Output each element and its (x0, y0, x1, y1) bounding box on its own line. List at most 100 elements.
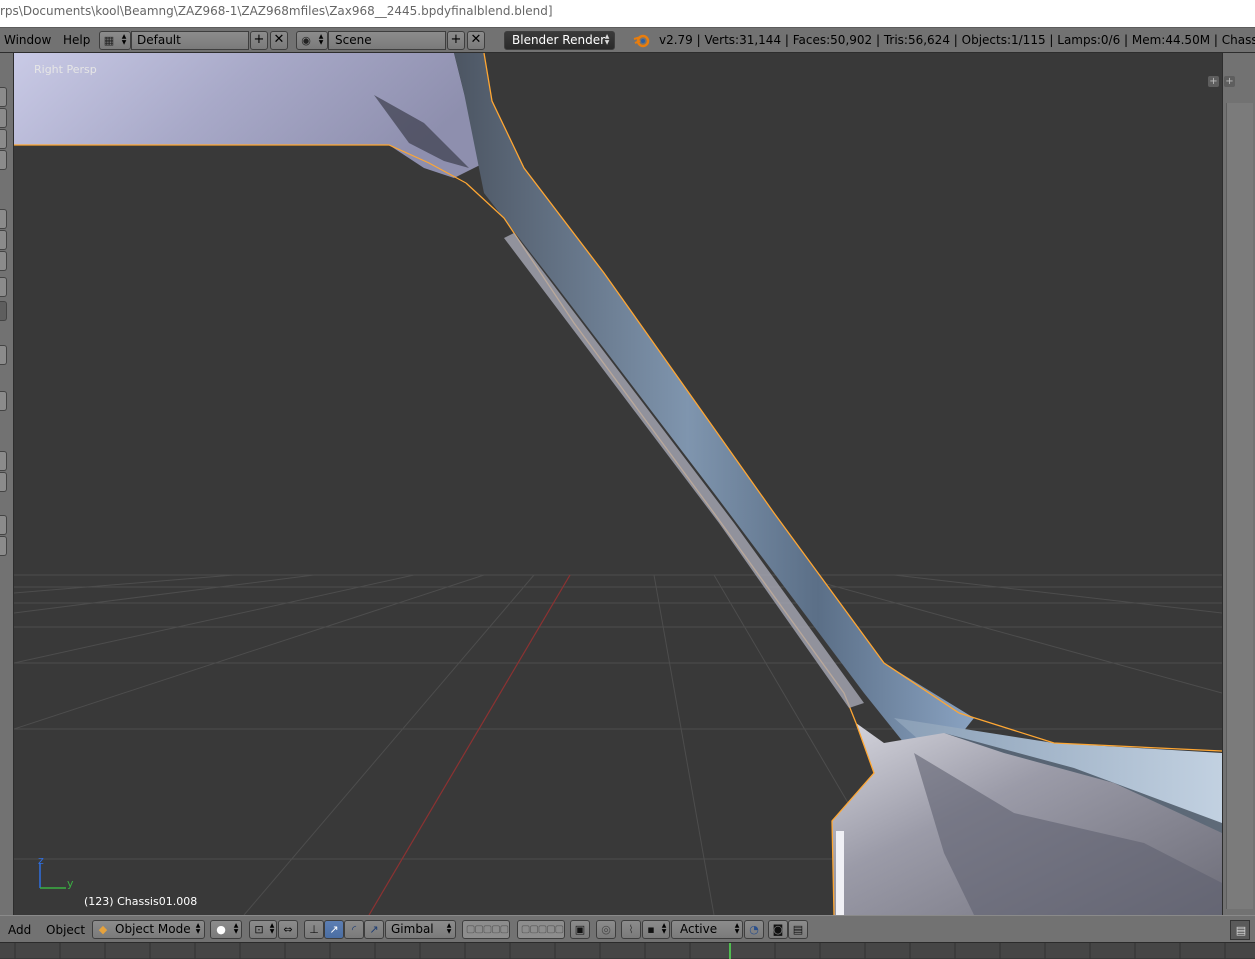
remove-screen-button[interactable]: ✕ (270, 31, 288, 50)
updown-arrows-icon: ▲ ▼ (318, 33, 324, 46)
shelf-tab-grease-pencil[interactable] (0, 230, 7, 250)
menu-add[interactable]: Add (4, 918, 35, 942)
split-area-plus-icon[interactable]: + (1224, 76, 1235, 87)
updown-arrows-icon: ▲ ▼ (269, 922, 275, 935)
shelf-tab-9[interactable] (0, 345, 7, 365)
viewport-shading-dropdown[interactable]: ● ▲ ▼ (210, 920, 242, 939)
updown-arrows-icon: ▲ ▼ (121, 33, 127, 46)
translate-icon: ↗ (329, 923, 339, 936)
screen-layout-field[interactable]: Default (131, 31, 249, 50)
layout-grid-icon: ▦ (103, 34, 115, 47)
manipulate-center-button[interactable]: ⇔ (278, 920, 298, 939)
manipulator-icon: ⇔ (283, 923, 293, 936)
layers-group-1[interactable]: ▢▢▢▢▢ (462, 920, 510, 939)
transform-axes-icon: ⊥ (309, 923, 319, 936)
scene-label: Scene (335, 33, 372, 47)
add-screen-button[interactable]: + (250, 31, 268, 50)
screen-layout-label: Default (137, 33, 181, 47)
plus-icon: + (253, 32, 265, 47)
info-header: Window Help ▦ ▲ ▼ Default + ✕ ◉ ▲ ▼ Scene … (0, 27, 1255, 53)
view-label: Right Persp (34, 63, 97, 76)
close-icon: ✕ (273, 32, 285, 47)
snap-target-label: Active (680, 922, 718, 936)
layers-icon: ▢▢▢▢▢ (520, 924, 564, 935)
layers-group-2[interactable]: ▢▢▢▢▢ (517, 920, 565, 939)
shelf-tab-7[interactable] (0, 277, 7, 297)
properties-panel-edge (1226, 103, 1253, 909)
active-object-label: (123) Chassis01.008 (84, 895, 198, 908)
shelf-tab-relations[interactable] (0, 129, 7, 149)
snap-icon: ⌇ (628, 923, 634, 936)
shelf-tab-6[interactable] (0, 251, 7, 271)
orientation-label: Gimbal (391, 922, 434, 936)
window-title: rps\Documents\kool\Beamng\ZAZ968-1\ZAZ96… (0, 4, 553, 18)
axis-label-y: y (67, 877, 74, 890)
scene-statistics: v2.79 | Verts:31,144 | Faces:50,902 | Tr… (659, 33, 1255, 47)
pivot-point-dropdown[interactable]: ⊡ ▲ ▼ (249, 920, 277, 939)
shelf-tab-12[interactable] (0, 472, 7, 492)
mode-label: Object Mode (115, 922, 191, 936)
scene-type-button[interactable]: ◉ ▲ ▼ (296, 31, 328, 50)
split-area-plus-icon[interactable]: + (1208, 76, 1219, 87)
shelf-tab-create[interactable] (0, 108, 7, 128)
editor-type-icon: ▤ (1235, 924, 1247, 937)
render-animation-button[interactable]: ▤ (788, 920, 808, 939)
scale-manipulator-button[interactable]: ↗ (364, 920, 384, 939)
scale-icon: ↗ (369, 923, 379, 936)
shelf-tab-tools[interactable] (0, 87, 7, 107)
remove-scene-button[interactable]: ✕ (467, 31, 485, 50)
lock-camera-layers-button[interactable]: ▣ (570, 920, 590, 939)
scene-field[interactable]: Scene (328, 31, 446, 50)
timeline-ruler (14, 943, 1226, 959)
render-engine-dropdown[interactable]: Blender Render ▲ ▼ (504, 31, 615, 50)
render-animation-icon: ▤ (792, 923, 804, 936)
updown-arrows-icon: ▲ ▼ (233, 922, 239, 935)
translate-manipulator-button[interactable]: ↗ (324, 920, 344, 939)
tool-shelf-tabs (0, 53, 14, 915)
transform-orientation-dropdown[interactable]: Gimbal ▲ ▼ (385, 920, 456, 939)
pivot-icon: ⊡ (254, 923, 264, 936)
updown-arrows-icon: ▲ ▼ (661, 922, 667, 935)
proportional-editing-button[interactable]: ◎ (596, 920, 616, 939)
rotate-icon: ◜ (351, 923, 357, 936)
3d-viewport[interactable]: z y (14, 53, 1222, 915)
snap-element-dropdown[interactable]: ▪ ▲ ▼ (642, 920, 670, 939)
snap-toggle-button[interactable]: ⌇ (621, 920, 641, 939)
snap-target-dropdown[interactable]: Active ▲ ▼ (671, 920, 743, 939)
menu-object[interactable]: Object (42, 918, 89, 942)
updown-arrows-icon: ▲ ▼ (734, 922, 740, 935)
plus-icon: + (450, 32, 462, 47)
shelf-tab-14[interactable] (0, 536, 7, 556)
shelf-tab-11[interactable] (0, 451, 7, 471)
updown-arrows-icon: ▲ ▼ (604, 33, 610, 46)
updown-arrows-icon: ▲ ▼ (195, 922, 201, 935)
3d-view-header: Add Object ◆ Object Mode ▲ ▼ ● ▲ ▼ ⊡ ▲ ▼ ⇔ … (0, 915, 1255, 942)
snap-align-rotation-button[interactable]: ◔ (744, 920, 764, 939)
viewport-scene (14, 53, 1222, 915)
rotate-manipulator-button[interactable]: ◜ (344, 920, 364, 939)
transform-manipulators-toggle[interactable]: ⊥ (304, 920, 324, 939)
screen-layout-type-button[interactable]: ▦ ▲ ▼ (99, 31, 131, 50)
align-rotation-icon: ◔ (749, 923, 759, 936)
shelf-tab-13[interactable] (0, 515, 7, 535)
timeline-strip[interactable] (0, 942, 1255, 959)
render-still-button[interactable]: ◙ (768, 920, 788, 939)
window-title-bar: rps\Documents\kool\Beamng\ZAZ968-1\ZAZ96… (0, 0, 1255, 27)
add-scene-button[interactable]: + (447, 31, 465, 50)
shelf-tab-active[interactable] (0, 301, 7, 321)
snap-element-icon: ▪ (647, 923, 655, 936)
proportional-edit-icon: ◎ (601, 923, 611, 936)
menu-window[interactable]: Window (0, 28, 55, 52)
editor-type-button[interactable]: ▤ (1230, 920, 1250, 940)
scene-icon: ◉ (301, 34, 311, 47)
close-icon: ✕ (470, 32, 482, 47)
menu-help[interactable]: Help (59, 28, 94, 52)
shelf-tab-10[interactable] (0, 391, 7, 411)
properties-region-strip: + + (1208, 53, 1255, 915)
render-engine-label: Blender Render (512, 33, 606, 47)
shelf-tab-animation[interactable] (0, 150, 7, 170)
shelf-tab-physics[interactable] (0, 209, 7, 229)
cube-mode-icon: ◆ (98, 923, 108, 936)
axis-label-z: z (38, 854, 44, 867)
interaction-mode-dropdown[interactable]: ◆ Object Mode ▲ ▼ (92, 920, 205, 939)
